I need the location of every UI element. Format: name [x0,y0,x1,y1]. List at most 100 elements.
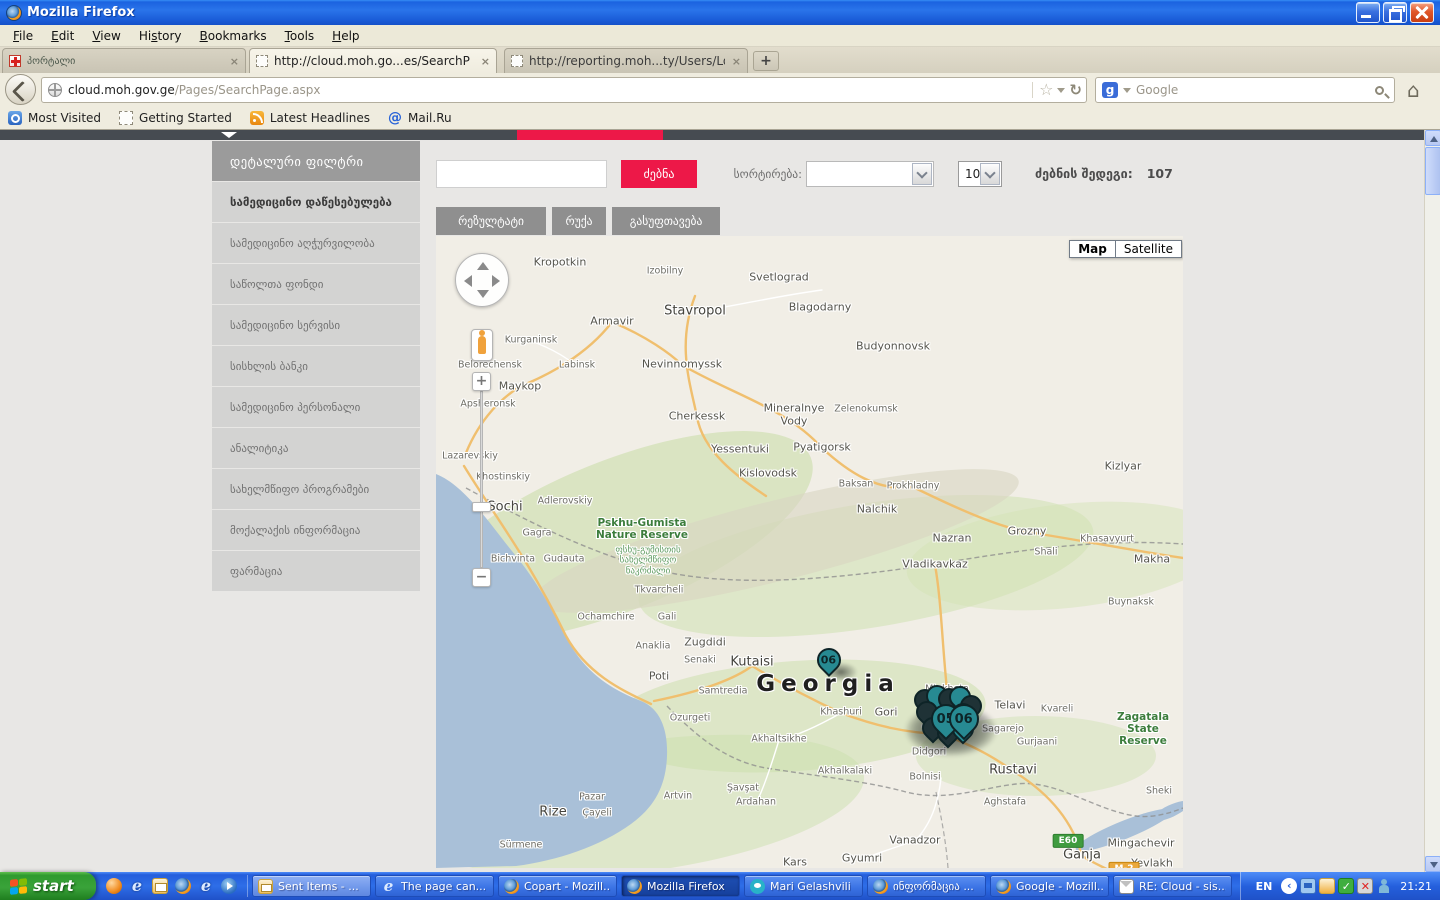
sidebar-item-1[interactable]: სამედიცინო დაწესებულება [212,182,420,222]
sidebar-item-5[interactable]: სისხლის ბანკი [212,346,420,386]
ie-icon[interactable]: e [129,878,145,894]
sidebar-item-2[interactable]: სამედიცინო აღჭურვილობა [212,223,420,263]
url-text[interactable]: cloud.moh.gov.ge/Pages/SearchPage.aspx [68,83,1026,97]
sidebar-item-4[interactable]: სამედიცინო სერვისი [212,305,420,345]
page-size-arrow-icon[interactable] [980,163,1000,185]
taskbar-button-mozilla-firefox[interactable]: Mozilla Firefox [621,875,740,897]
zoom-slider-handle[interactable] [472,502,491,512]
taskbar-button-the-page-can-[interactable]: eThe page can... [375,875,494,897]
taskbar-button--[interactable]: ინფორმაცია ... [867,875,986,897]
sort-dropdown[interactable] [806,161,934,187]
new-tab-button[interactable]: + [753,51,779,71]
minimize-button[interactable] [1356,2,1380,23]
pan-up-icon[interactable] [477,262,489,270]
sidebar-item-6[interactable]: სამედიცინო პერსონალი [212,387,420,427]
media-player-icon[interactable] [221,878,237,894]
tab-portal[interactable]: პორტალი × [2,48,246,73]
taskbar-button-re-cloud-sis-[interactable]: RE: Cloud - sis... [1113,875,1232,897]
map-view-button[interactable]: რუქა [552,207,606,235]
browser-vertical-scrollbar[interactable] [1424,130,1440,872]
sidebar-item-7[interactable]: ანალიტიკა [212,428,420,468]
taskbar-button-google-mozill-[interactable]: Google - Mozill... [990,875,1109,897]
hide-icons-chevron[interactable]: ‹ [1281,878,1297,894]
map-pan-control[interactable] [455,253,509,307]
taskbar-button-sent-items-[interactable]: Sent Items - ... [252,875,371,897]
menubar: FileEditViewHistoryBookmarksToolsHelp [0,25,1440,47]
search-magnifier-icon[interactable] [1375,86,1384,95]
taskbar-button-mari-gelashvili[interactable]: Mari Gelashvili [744,875,863,897]
sort-dropdown-arrow-icon[interactable] [912,163,932,185]
ie-doc-icon[interactable]: e [198,878,214,894]
taskbar-button-copart-mozill-[interactable]: Copart - Mozill... [498,875,617,897]
sidebar-item-10[interactable]: ფარმაცია [212,551,420,591]
nav-collapse-caret-icon[interactable] [221,132,237,138]
bookmark-getting-started[interactable]: Getting Started [119,111,232,125]
street-view-pegman[interactable] [471,329,493,361]
menu-file[interactable]: File [4,25,42,47]
search-query-input[interactable] [436,160,607,188]
zoom-slider-track[interactable] [480,391,483,568]
menu-view[interactable]: View [83,25,129,47]
sidebar-item-9[interactable]: მოქალაქის ინფორმაცია [212,510,420,550]
firefox-icon[interactable] [175,878,191,894]
zoom-out-button[interactable]: − [472,568,491,587]
bookmark-mail-ru[interactable]: @Mail.Ru [388,111,452,125]
menu-tools[interactable]: Tools [276,25,324,47]
tab-searchpage[interactable]: http://cloud.moh.go...es/SearchPage.aspx… [249,48,497,73]
outlook-reminder-icon[interactable] [1319,878,1335,894]
map-type-satellite-button[interactable]: Satellite [1116,240,1182,258]
restore-button[interactable] [1383,2,1407,23]
menu-edit[interactable]: Edit [42,25,83,47]
google-engine-icon[interactable]: g [1102,82,1118,98]
results-view-button[interactable]: რეზულტატი [436,207,546,235]
user-icon[interactable] [1376,878,1392,894]
page-size-dropdown[interactable]: 10 [958,161,1002,187]
url-bar[interactable]: cloud.moh.gov.ge/Pages/SearchPage.aspx ☆… [41,77,1087,103]
outlook-icon[interactable] [152,878,168,894]
engine-dropdown-icon[interactable] [1123,88,1131,93]
bookmark-star-icon[interactable]: ☆ [1039,82,1053,98]
search-button[interactable]: ძებნა [621,160,697,188]
network-icon[interactable] [1300,878,1316,894]
clear-button[interactable]: გასუფთავება [612,207,720,235]
tab-close-icon[interactable]: × [475,55,490,68]
quick-launch-ball-icon[interactable] [106,878,122,894]
tab-login-label: http://reporting.moh...ty/Users/Login.as… [529,54,725,68]
menu-help[interactable]: Help [323,25,368,47]
home-button[interactable]: ⌂ [1407,77,1420,103]
url-dropdown-icon[interactable] [1057,88,1065,93]
google-map[interactable]: Map Satellite + − KropotkinIzobilnySvetl… [436,236,1183,868]
taskbar-button-label: Google - Mozill... [1016,880,1103,893]
reload-icon[interactable]: ↻ [1069,82,1082,98]
start-button[interactable]: start [0,872,96,900]
sidebar-item-8[interactable]: სახელმწიფო პროგრამები [212,469,420,509]
bookmark-most-visited[interactable]: Most Visited [8,111,101,125]
antivirus-ok-icon[interactable]: ✓ [1338,878,1354,894]
menu-bookmarks[interactable]: Bookmarks [191,25,276,47]
tab-close-icon[interactable]: × [726,55,741,68]
menu-history[interactable]: History [130,25,191,47]
pegman-icon [478,336,486,354]
pan-right-icon[interactable] [492,275,500,287]
window-titlebar[interactable]: Mozilla Firefox [0,0,1440,25]
error-icon[interactable]: ✕ [1357,878,1373,894]
sidebar-item-3[interactable]: საწოლთა ფონდი [212,264,420,304]
bookmark-latest-headlines[interactable]: Latest Headlines [250,111,370,125]
pan-down-icon[interactable] [477,290,489,298]
tab-close-icon[interactable]: × [224,55,239,68]
language-indicator[interactable]: EN [1251,878,1278,895]
firefox-logo-icon [6,5,22,21]
sidebar-item-label: სამედიცინო დაწესებულება [230,195,392,209]
pan-left-icon[interactable] [464,275,472,287]
back-button[interactable] [5,74,36,105]
search-bar[interactable]: g Google [1095,77,1395,103]
map-type-map-button[interactable]: Map [1069,240,1116,258]
site-identity-globe-icon[interactable] [48,83,62,97]
zoom-in-button[interactable]: + [472,372,491,391]
close-button[interactable] [1410,2,1434,23]
tab-login[interactable]: http://reporting.moh...ty/Users/Login.as… [504,48,748,73]
scroll-down-arrow[interactable] [1425,856,1440,872]
taskbar-button-label: Sent Items - ... [278,880,359,893]
scroll-up-arrow[interactable] [1425,130,1440,146]
scrollbar-thumb[interactable] [1425,147,1440,195]
